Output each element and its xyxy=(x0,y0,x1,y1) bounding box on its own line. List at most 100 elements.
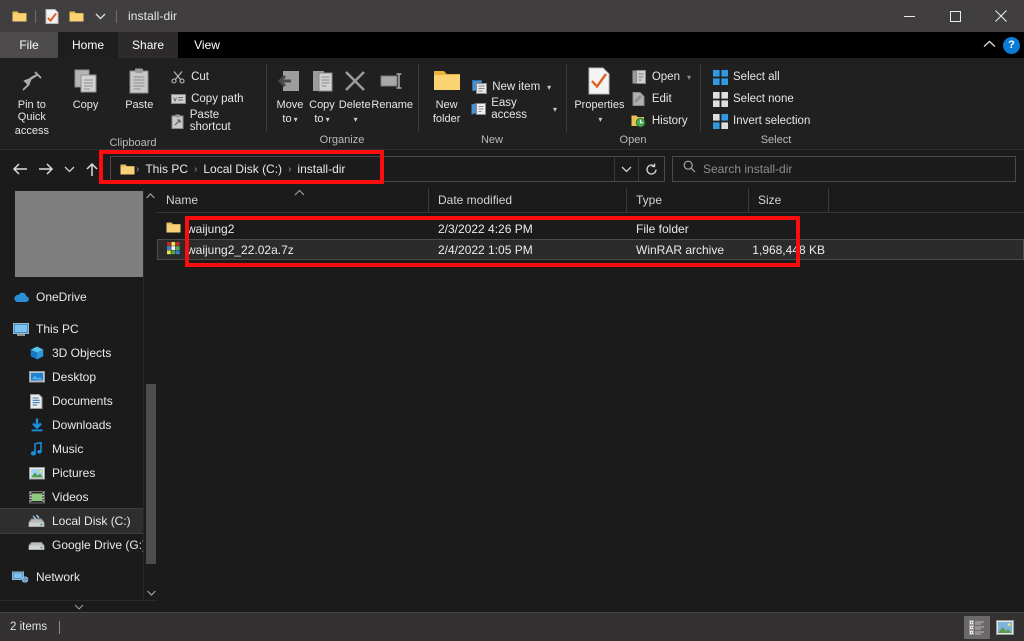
tab-home[interactable]: Home xyxy=(58,32,119,58)
status-divider xyxy=(59,620,61,634)
help-button[interactable]: ? xyxy=(1003,36,1020,54)
file-type-cell: WinRAR archive xyxy=(636,242,725,257)
cut-button[interactable]: Cut xyxy=(166,66,261,88)
close-button[interactable] xyxy=(978,0,1024,32)
rename-button[interactable]: Rename xyxy=(371,62,413,111)
invert-selection-button[interactable]: Invert selection xyxy=(708,110,814,132)
new-item-label: New item xyxy=(492,81,541,93)
move-to-button[interactable]: Move to ▾ xyxy=(274,62,306,126)
sidebar-item-local-disk-c[interactable]: Local Disk (C:) xyxy=(0,508,157,534)
history-button[interactable]: History xyxy=(627,110,695,132)
tab-view[interactable]: View xyxy=(178,32,237,58)
item-count-label: 2 items xyxy=(10,621,48,633)
select-all-icon xyxy=(712,69,728,85)
qat-customize-chevron-icon[interactable] xyxy=(89,5,111,27)
search-input[interactable]: Search install-dir xyxy=(703,162,792,176)
scroll-down-arrow-icon[interactable] xyxy=(144,585,157,601)
column-header-size[interactable]: Size xyxy=(749,187,829,213)
paste-label: Paste xyxy=(125,99,154,111)
sidebar-item-onedrive[interactable]: OneDrive xyxy=(0,285,157,309)
sidebar-label-desktop: Desktop xyxy=(52,370,97,384)
search-box[interactable]: Search install-dir xyxy=(672,156,1016,182)
open-chevron-down-icon[interactable]: ▾ xyxy=(687,73,691,82)
copy-path-button[interactable]: Copy path xyxy=(166,88,261,110)
delete-chevron-down-icon[interactable]: ▾ xyxy=(354,115,358,124)
edit-icon xyxy=(631,91,647,107)
group-title-new: New xyxy=(480,134,503,146)
pin-to-quick-access-button[interactable]: Pin to Quick access xyxy=(5,62,59,137)
sidebar-item-network[interactable]: Network xyxy=(0,565,157,589)
column-header-date-modified[interactable]: Date modified xyxy=(429,187,627,213)
pane-collapse-handle[interactable] xyxy=(0,600,157,612)
group-title-select: Select xyxy=(760,134,792,146)
move-to-chevron-down-icon[interactable]: ▾ xyxy=(294,115,298,124)
navigation-pane-scrollbar[interactable] xyxy=(143,188,157,601)
ribbon-group-organize: Move to ▾ Copy to ▾ Delete ▾ Rename Orga… xyxy=(266,58,418,149)
ribbon-group-open: Properties ▾ Open ▾ Edit History Open xyxy=(566,58,700,149)
delete-label: Delete xyxy=(338,99,371,111)
select-all-button[interactable]: Select all xyxy=(708,66,814,88)
up-button[interactable] xyxy=(80,156,104,182)
paste-button[interactable]: Paste xyxy=(112,62,166,111)
breadcrumb-item-local-disk[interactable]: Local Disk (C:) xyxy=(198,162,287,176)
sidebar-item-3d-objects[interactable]: 3D Objects xyxy=(0,341,157,365)
file-name-text: waijung2_22.02a.7z xyxy=(187,242,294,257)
sidebar-item-downloads[interactable]: Downloads xyxy=(0,413,157,437)
copy-to-chevron-down-icon[interactable]: ▾ xyxy=(326,115,330,124)
3d-objects-icon xyxy=(28,345,45,361)
easy-access-button[interactable]: Easy access ▾ xyxy=(467,97,561,121)
open-button[interactable]: Open ▾ xyxy=(627,66,695,88)
sidebar-item-videos[interactable]: Videos xyxy=(0,485,157,509)
details-view-button[interactable] xyxy=(964,615,990,639)
table-row[interactable]: waijung2 2/3/2022 4:26 PM File folder xyxy=(157,218,1024,239)
edit-button[interactable]: Edit xyxy=(627,88,695,110)
breadcrumb-item-this-pc[interactable]: This PC xyxy=(140,162,193,176)
sidebar-item-music[interactable]: Music xyxy=(0,437,157,461)
tab-share[interactable]: Share xyxy=(118,32,179,58)
select-none-button[interactable]: Select none xyxy=(708,88,814,110)
sidebar-item-desktop[interactable]: Desktop xyxy=(0,365,157,389)
scrollbar-thumb[interactable] xyxy=(146,384,156,564)
qat-new-folder-icon[interactable] xyxy=(65,5,87,27)
paste-shortcut-button[interactable]: Paste shortcut xyxy=(166,109,261,133)
sidebar-item-google-drive-g[interactable]: Google Drive (G:) xyxy=(0,533,157,557)
back-button[interactable] xyxy=(8,156,32,182)
new-folder-button[interactable]: New folder xyxy=(426,62,467,125)
easy-access-chevron-down-icon[interactable]: ▾ xyxy=(553,105,557,114)
copy-to-button[interactable]: Copy to ▾ xyxy=(306,62,338,126)
window-title: install-dir xyxy=(128,9,178,23)
column-header-name[interactable]: Name xyxy=(157,187,429,213)
new-item-button[interactable]: New item ▾ xyxy=(467,76,561,98)
new-item-chevron-down-icon[interactable]: ▾ xyxy=(547,83,551,92)
breadcrumb-item-install-dir[interactable]: install-dir xyxy=(292,162,350,176)
large-icons-view-button[interactable] xyxy=(992,616,1018,639)
column-header-type[interactable]: Type xyxy=(627,187,749,213)
qat-properties-icon[interactable] xyxy=(41,5,63,27)
table-row[interactable]: waijung2_22.02a.7z 2/4/2022 1:05 PM WinR… xyxy=(157,239,1024,260)
ribbon: Pin to Quick access Copy Paste Cut Copy … xyxy=(0,58,1024,150)
delete-button[interactable]: Delete ▾ xyxy=(338,62,371,126)
history-icon xyxy=(631,113,647,129)
qat-folder-icon[interactable] xyxy=(8,5,30,27)
main-content: OneDrive This PC 3D Objects Desktop Docu… xyxy=(0,187,1024,601)
properties-button[interactable]: Properties ▾ xyxy=(572,62,627,126)
window-controls xyxy=(886,0,1024,32)
address-bar[interactable]: › This PC › Local Disk (C:) › install-di… xyxy=(110,156,665,182)
maximize-button[interactable] xyxy=(932,0,978,32)
invert-selection-label: Invert selection xyxy=(733,115,811,127)
sidebar-item-this-pc[interactable]: This PC xyxy=(0,317,157,341)
sidebar-item-documents[interactable]: Documents xyxy=(0,389,157,413)
sidebar-item-pictures[interactable]: Pictures xyxy=(0,461,157,485)
recent-locations-button[interactable] xyxy=(60,156,78,182)
scroll-up-arrow-icon[interactable] xyxy=(144,188,157,204)
properties-icon xyxy=(586,65,612,97)
collapse-ribbon-icon[interactable] xyxy=(983,36,996,54)
refresh-button[interactable] xyxy=(638,157,664,181)
tab-file[interactable]: File xyxy=(0,32,58,58)
address-dropdown-button[interactable] xyxy=(614,157,638,181)
forward-button[interactable] xyxy=(34,156,58,182)
properties-chevron-down-icon[interactable]: ▾ xyxy=(598,115,602,124)
paste-icon xyxy=(126,65,152,97)
copy-button[interactable]: Copy xyxy=(59,62,113,111)
minimize-button[interactable] xyxy=(886,0,932,32)
